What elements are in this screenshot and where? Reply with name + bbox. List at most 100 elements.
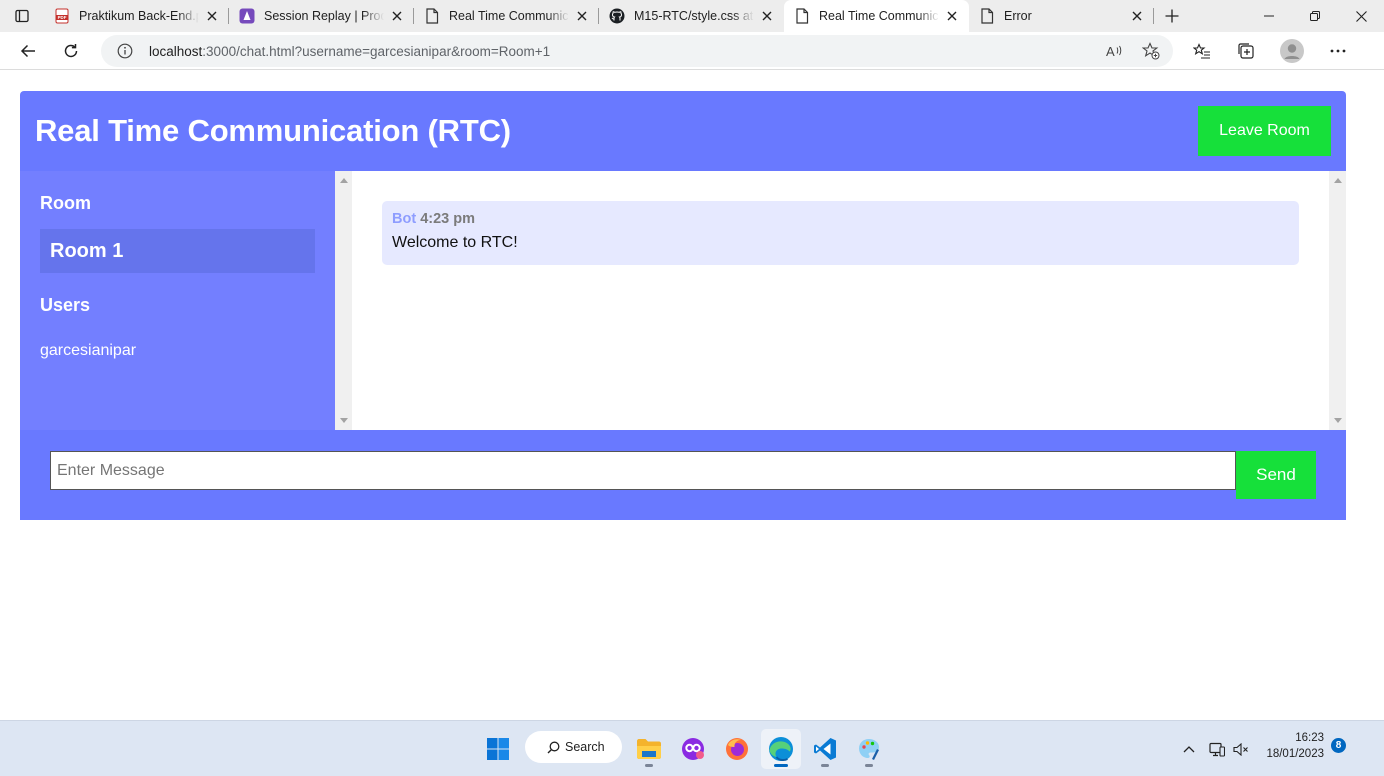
- refresh-button[interactable]: [56, 36, 86, 66]
- profile-button[interactable]: [1277, 36, 1307, 66]
- show-hidden-icons-button[interactable]: [1178, 721, 1200, 776]
- browser-tab-rtc-active[interactable]: Real Time Communication: [784, 0, 969, 32]
- volume-muted-icon: [1233, 742, 1248, 756]
- message-author: Bot: [392, 211, 417, 227]
- sidebar-scrollbar[interactable]: [335, 171, 352, 430]
- close-tab-icon[interactable]: [943, 7, 961, 25]
- refresh-icon: [64, 44, 78, 58]
- scroll-up-arrow[interactable]: [340, 178, 348, 183]
- tab-title: Praktikum Back-End.pdf: [79, 9, 199, 23]
- copilot-icon: [682, 738, 704, 760]
- favorites-button[interactable]: [1187, 36, 1217, 66]
- scroll-down-arrow[interactable]: [340, 418, 348, 423]
- browser-tab-github[interactable]: M15-RTC/style.css at main: [599, 0, 784, 32]
- windows-start-icon: [487, 738, 509, 760]
- page-icon: [424, 8, 440, 24]
- plus-icon: [1165, 9, 1179, 23]
- messages-scrollbar[interactable]: [1329, 171, 1346, 430]
- address-bar[interactable]: localhost:3000/chat.html?username=garces…: [101, 35, 1173, 67]
- read-aloud-icon[interactable]: A: [1100, 35, 1130, 67]
- chat-container: Real Time Communication (RTC) Leave Room…: [20, 91, 1346, 520]
- pdf-icon: PDF: [54, 8, 70, 24]
- taskbar-search[interactable]: Search: [525, 731, 622, 763]
- tab-strip: PDF Praktikum Back-End.pdf Session Repla…: [0, 0, 1384, 32]
- close-window-button[interactable]: [1338, 0, 1384, 32]
- browser-tab-error[interactable]: Error: [969, 0, 1154, 32]
- tab-actions-icon: [15, 9, 29, 23]
- logrocket-icon: [239, 8, 255, 24]
- taskbar-app-firefox[interactable]: [717, 729, 757, 769]
- chat-message: Bot 4:23 pm Welcome to RTC!: [382, 201, 1299, 265]
- settings-menu-button[interactable]: [1323, 36, 1353, 66]
- close-tab-icon[interactable]: [203, 7, 221, 25]
- address-url: localhost:3000/chat.html?username=garces…: [149, 44, 550, 59]
- svg-text:A: A: [1106, 44, 1115, 58]
- close-icon: [1355, 10, 1367, 22]
- back-button[interactable]: [13, 36, 43, 66]
- running-indicator: [645, 764, 653, 767]
- scroll-down-arrow[interactable]: [1334, 418, 1342, 423]
- message-time: 4:23 pm: [420, 211, 476, 227]
- tab-separator: [1153, 8, 1154, 24]
- close-tab-icon[interactable]: [388, 7, 406, 25]
- browser-tab-pdf[interactable]: PDF Praktikum Back-End.pdf: [44, 0, 229, 32]
- running-indicator: [865, 764, 873, 767]
- window-controls: [1246, 0, 1384, 32]
- minimize-button[interactable]: [1246, 0, 1292, 32]
- room-name: Room 1: [40, 229, 315, 273]
- volume-button[interactable]: [1230, 721, 1252, 776]
- add-favorite-icon[interactable]: [1136, 35, 1166, 67]
- close-tab-icon[interactable]: [758, 7, 776, 25]
- taskbar-app-copilot[interactable]: [673, 729, 713, 769]
- browser-tab-rtc-1[interactable]: Real Time Communication: [414, 0, 599, 32]
- network-button[interactable]: [1206, 721, 1228, 776]
- browser-toolbar: localhost:3000/chat.html?username=garces…: [0, 32, 1384, 70]
- leave-room-button[interactable]: Leave Room: [1198, 106, 1331, 156]
- search-icon: [547, 741, 560, 753]
- running-indicator: [774, 764, 788, 767]
- clock-date: 18/01/2023: [1266, 748, 1324, 760]
- taskbar-app-file-explorer[interactable]: [629, 729, 669, 769]
- scroll-up-arrow[interactable]: [1334, 178, 1342, 183]
- edge-icon: [769, 737, 793, 762]
- chat-form: Send: [20, 430, 1346, 520]
- close-tab-icon[interactable]: [1128, 7, 1146, 25]
- user-list-item: garcesianipar: [40, 342, 137, 359]
- taskbar-app-paint[interactable]: [849, 729, 889, 769]
- tab-actions-button[interactable]: [0, 0, 44, 32]
- restore-icon: [1310, 11, 1320, 21]
- avatar: [1280, 39, 1304, 63]
- taskbar-app-edge[interactable]: [761, 729, 801, 769]
- firefox-icon: [726, 738, 748, 760]
- network-icon: [1209, 742, 1225, 757]
- chat-sidebar: Room Room 1 Users garcesianipar: [20, 171, 335, 430]
- chevron-up-icon: [1183, 746, 1195, 753]
- message-meta: Bot 4:23 pm: [392, 211, 1289, 227]
- paint-icon: [859, 739, 879, 760]
- send-button[interactable]: Send: [1236, 451, 1316, 499]
- windows-start-button[interactable]: [478, 729, 518, 769]
- message-text: Welcome to RTC!: [392, 234, 518, 251]
- search-label: Search: [565, 740, 605, 754]
- browser-tab-session-replay[interactable]: Session Replay | Product: [229, 0, 414, 32]
- tab-title: Error: [1004, 9, 1032, 23]
- taskbar-clock[interactable]: 16:23 18/01/2023: [1262, 730, 1324, 762]
- chat-messages: Bot 4:23 pm Welcome to RTC!: [335, 171, 1346, 430]
- taskbar-app-vscode[interactable]: [805, 729, 845, 769]
- new-tab-button[interactable]: [1154, 0, 1190, 32]
- svg-text:PDF: PDF: [58, 15, 67, 20]
- notification-badge[interactable]: 8: [1331, 738, 1346, 753]
- vscode-icon: [814, 738, 836, 760]
- collections-button[interactable]: [1231, 36, 1261, 66]
- url-path: :3000/chat.html?username=garcesianipar&r…: [202, 43, 551, 59]
- site-info-icon[interactable]: [115, 43, 135, 59]
- restore-button[interactable]: [1292, 0, 1338, 32]
- file-explorer-icon: [637, 739, 661, 759]
- message-input[interactable]: [50, 451, 1236, 490]
- clock-time: 16:23: [1295, 732, 1324, 744]
- page-icon: [794, 8, 810, 24]
- tab-title: Real Time Communication: [819, 9, 939, 23]
- running-indicator: [821, 764, 829, 767]
- users-heading: Users: [40, 295, 91, 315]
- close-tab-icon[interactable]: [573, 7, 591, 25]
